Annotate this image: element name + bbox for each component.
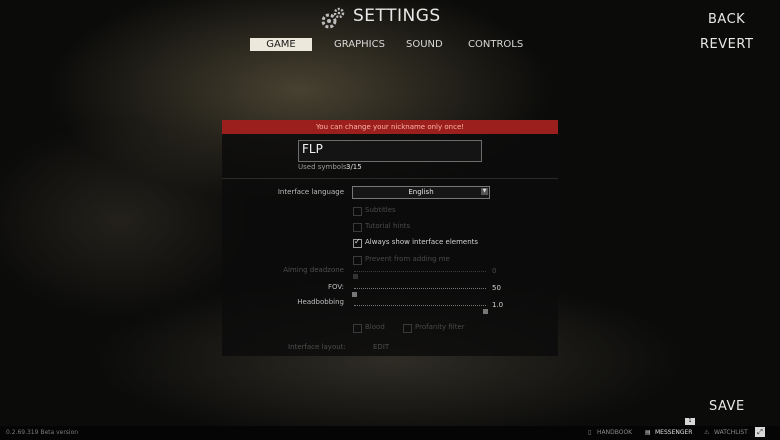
tab-game[interactable]: GAME [250,38,312,51]
tab-sound[interactable]: SOUND [402,38,447,51]
headbobbing-value: 1.0 [492,301,504,309]
headbobbing-slider[interactable] [354,305,486,307]
interface-language-select[interactable]: English ▼ [352,186,490,199]
version-label: 0.2.69.319 Beta version [6,429,79,436]
fullscreen-icon[interactable]: ⤢ [755,427,765,437]
used-symbols-label: Used symbols: [298,163,350,171]
headbobbing-thumb[interactable] [483,309,488,314]
warning-icon: ⚠ [704,429,710,436]
messenger-icon: ▤ [645,429,651,436]
tab-controls[interactable]: CONTROLS [464,38,527,51]
profanity-filter-label: Profanity filter [415,323,465,331]
handbook-icon: ▯ [588,429,592,436]
subtitles-checkbox[interactable] [353,207,362,216]
blood-checkbox[interactable] [353,324,362,333]
page-title: SETTINGS [353,6,441,26]
handbook-button[interactable]: HANDBOOK [597,429,632,436]
profanity-filter-checkbox[interactable] [403,324,412,333]
always-show-interface-label: Always show interface elements [365,238,479,246]
check-icon: ✓ [354,237,361,246]
watchlist-button[interactable]: WATCHLIST [714,429,748,436]
interface-layout-edit-button[interactable]: EDIT [373,343,389,351]
nickname-value: FLP [302,142,323,156]
fov-value: 50 [492,284,501,292]
always-show-interface-checkbox[interactable]: ✓ [353,237,362,248]
interface-language-value: English [408,188,434,196]
messenger-count-badge: 1 [685,418,695,425]
messenger-button[interactable]: MESSENGER [655,429,692,436]
fov-label: FOV: [328,283,344,291]
nickname-input[interactable] [298,140,482,162]
tab-graphics[interactable]: GRAPHICS [330,38,389,51]
aiming-deadzone-value: 0 [492,267,497,275]
fov-thumb[interactable] [352,292,357,297]
blood-label: Blood [365,323,385,331]
back-button[interactable]: BACK [708,12,745,27]
prevent-adding-checkbox[interactable] [353,256,362,265]
tutorial-hints-checkbox[interactable] [353,223,362,232]
tutorial-hints-label: Tutorial hints [365,222,411,230]
aiming-deadzone-slider[interactable] [354,271,486,273]
nickname-warning-banner: You can change your nickname only once! [222,120,558,134]
aiming-deadzone-thumb[interactable] [353,274,358,279]
divider [222,178,558,179]
prevent-adding-label: Prevent from adding me [365,255,450,263]
used-symbols-count: 3/15 [346,163,362,171]
interface-language-label: Interface language [277,188,344,196]
interface-layout-label: Interface layout: [288,343,346,351]
revert-button[interactable]: REVERT [700,37,753,52]
fov-slider[interactable] [354,288,486,290]
save-button[interactable]: SAVE [709,399,745,414]
settings-gear-icon [321,7,345,29]
aiming-deadzone-label: Aiming deadzone [283,266,344,274]
chevron-down-icon: ▼ [481,188,488,195]
headbobbing-label: Headbobbing [297,298,344,306]
subtitles-label: Subtitles [365,206,396,214]
